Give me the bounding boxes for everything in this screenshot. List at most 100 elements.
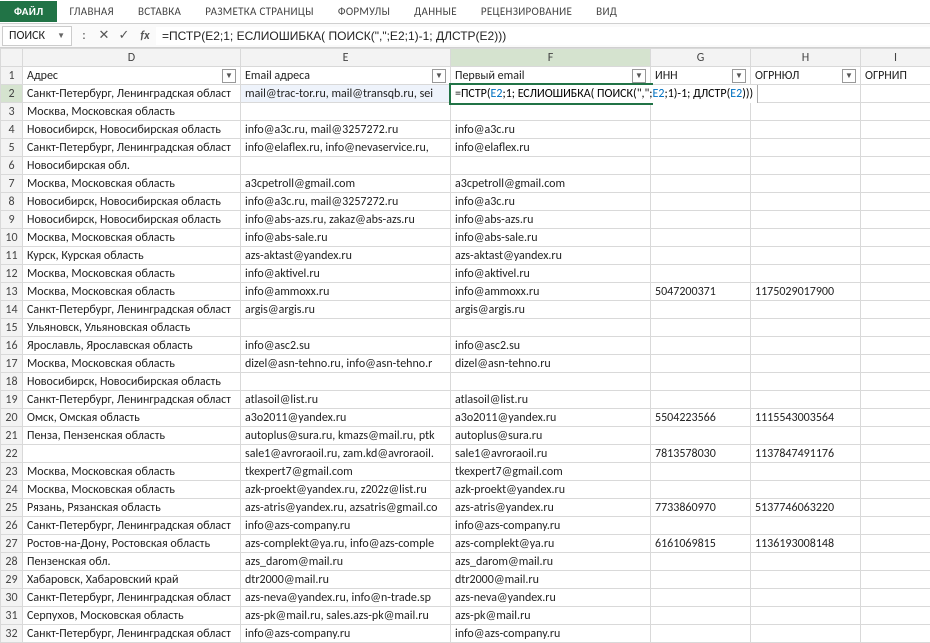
col-header-D[interactable]: D xyxy=(23,49,241,67)
cell[interactable]: azs_darom@mail.ru xyxy=(241,553,451,571)
cell[interactable] xyxy=(861,481,930,499)
cell[interactable]: info@azs-company.ru xyxy=(241,625,451,643)
cell[interactable]: azs-pk@mail.ru xyxy=(451,607,651,625)
col-header-E[interactable]: E xyxy=(241,49,451,67)
cell[interactable] xyxy=(861,607,930,625)
cell[interactable] xyxy=(241,157,451,175)
formula-input[interactable] xyxy=(156,27,930,45)
cell[interactable] xyxy=(751,355,861,373)
row-header[interactable]: 23 xyxy=(1,463,23,481)
tab-view[interactable]: ВИД xyxy=(584,1,629,22)
row-header[interactable]: 19 xyxy=(1,391,23,409)
tab-data[interactable]: ДАННЫЕ xyxy=(402,1,469,22)
cell[interactable] xyxy=(651,211,751,229)
tab-formulas[interactable]: ФОРМУЛЫ xyxy=(326,1,402,22)
cell[interactable] xyxy=(861,355,930,373)
cell[interactable]: Новосибирск, Новосибирская область xyxy=(23,193,241,211)
cell[interactable]: autoplus@sura.ru, kmazs@mail.ru, ptk xyxy=(241,427,451,445)
cell[interactable]: info@azs-company.ru xyxy=(451,517,651,535)
cell[interactable]: Москва, Московская область xyxy=(23,103,241,121)
cell[interactable] xyxy=(651,229,751,247)
cell[interactable]: Санкт-Петербург, Ленинградская област xyxy=(23,85,241,103)
cell[interactable] xyxy=(651,121,751,139)
cell[interactable] xyxy=(861,499,930,517)
cell[interactable] xyxy=(751,553,861,571)
row-header[interactable]: 24 xyxy=(1,481,23,499)
cell[interactable] xyxy=(451,103,651,121)
cell[interactable]: Санкт-Петербург, Ленинградская област xyxy=(23,391,241,409)
cell[interactable]: atlasoil@list.ru xyxy=(241,391,451,409)
cell[interactable]: argis@argis.ru xyxy=(241,301,451,319)
cell[interactable] xyxy=(651,517,751,535)
cell[interactable]: azk-proekt@yandex.ru, z202z@list.ru xyxy=(241,481,451,499)
cell[interactable] xyxy=(23,445,241,463)
row-header[interactable]: 12 xyxy=(1,265,23,283)
cell[interactable] xyxy=(861,553,930,571)
cell[interactable] xyxy=(751,427,861,445)
row-header[interactable]: 25 xyxy=(1,499,23,517)
cell[interactable] xyxy=(651,607,751,625)
cell[interactable]: azk-proekt@yandex.ru xyxy=(451,481,651,499)
cell[interactable] xyxy=(651,175,751,193)
cell[interactable] xyxy=(651,427,751,445)
cell[interactable] xyxy=(861,139,930,157)
cell[interactable]: Серпухов, Московская область xyxy=(23,607,241,625)
cell[interactable]: Омск, Омская область xyxy=(23,409,241,427)
row-header[interactable]: 20 xyxy=(1,409,23,427)
cell[interactable] xyxy=(651,553,751,571)
row-header[interactable]: 5 xyxy=(1,139,23,157)
cell[interactable] xyxy=(861,409,930,427)
filter-icon[interactable]: ▼ xyxy=(732,69,746,83)
cell[interactable] xyxy=(651,625,751,643)
cell[interactable] xyxy=(241,103,451,121)
cell[interactable]: 7733860970 xyxy=(651,499,751,517)
fx-icon[interactable]: fx xyxy=(134,29,156,43)
name-box[interactable]: ПОИСК ▼ xyxy=(2,26,72,46)
cell[interactable]: a3cpetroll@gmail.com xyxy=(241,175,451,193)
cell[interactable]: Санкт-Петербург, Ленинградская област xyxy=(23,625,241,643)
row-header[interactable]: 13 xyxy=(1,283,23,301)
cell[interactable] xyxy=(861,463,930,481)
cell[interactable]: Москва, Московская область xyxy=(23,463,241,481)
tab-review[interactable]: РЕЦЕНЗИРОВАНИЕ xyxy=(469,1,584,22)
cell[interactable]: Ростов-на-Дону, Ростовская область xyxy=(23,535,241,553)
filter-icon[interactable]: ▼ xyxy=(432,69,446,83)
col-header-I[interactable]: I xyxy=(861,49,930,67)
cell[interactable] xyxy=(861,157,930,175)
tab-file[interactable]: ФАЙЛ xyxy=(0,1,57,22)
cell[interactable] xyxy=(751,517,861,535)
cell[interactable] xyxy=(861,283,930,301)
cell[interactable]: 1115543003564 xyxy=(751,409,861,427)
cell[interactable] xyxy=(751,337,861,355)
cell[interactable] xyxy=(861,247,930,265)
row-header[interactable]: 28 xyxy=(1,553,23,571)
cell[interactable]: Новосибирская обл. xyxy=(23,157,241,175)
cell[interactable]: Москва, Московская область xyxy=(23,283,241,301)
cell[interactable] xyxy=(751,391,861,409)
cell[interactable]: 5047200371 xyxy=(651,283,751,301)
row-header[interactable]: 6 xyxy=(1,157,23,175)
cell[interactable] xyxy=(751,139,861,157)
tab-page-layout[interactable]: РАЗМЕТКА СТРАНИЦЫ xyxy=(193,1,326,22)
cell[interactable]: Москва, Московская область xyxy=(23,175,241,193)
cell[interactable]: Москва, Московская область xyxy=(23,355,241,373)
cell[interactable] xyxy=(751,175,861,193)
cell[interactable] xyxy=(751,247,861,265)
row-header[interactable]: 7 xyxy=(1,175,23,193)
row-header[interactable]: 29 xyxy=(1,571,23,589)
cell[interactable]: azs-aktast@yandex.ru xyxy=(451,247,651,265)
cell[interactable]: azs_darom@mail.ru xyxy=(451,553,651,571)
cell[interactable]: Москва, Московская область xyxy=(23,481,241,499)
cell[interactable] xyxy=(861,103,930,121)
row-header[interactable]: 2 xyxy=(1,85,23,103)
cell[interactable] xyxy=(861,571,930,589)
cell[interactable] xyxy=(861,85,930,103)
cell[interactable] xyxy=(651,337,751,355)
row-header[interactable]: 17 xyxy=(1,355,23,373)
cell[interactable]: Хабаровск, Хабаровский край xyxy=(23,571,241,589)
cell[interactable]: 6161069815 xyxy=(651,535,751,553)
row-header[interactable]: 26 xyxy=(1,517,23,535)
cell[interactable] xyxy=(861,175,930,193)
cell[interactable] xyxy=(751,265,861,283)
cell[interactable] xyxy=(241,319,451,337)
